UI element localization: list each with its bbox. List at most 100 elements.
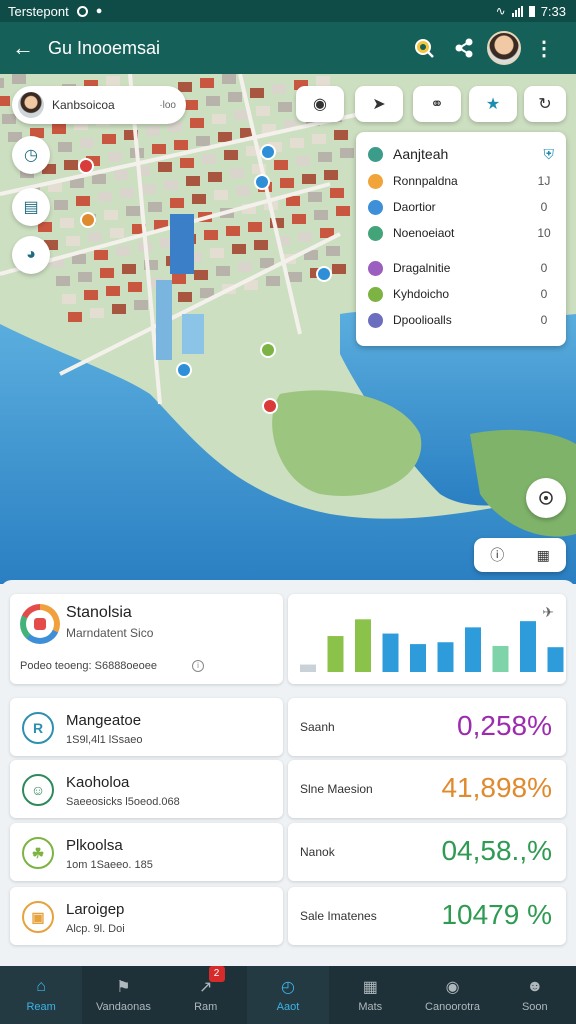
locate-me-button[interactable] — [526, 478, 566, 518]
map-building — [116, 246, 130, 256]
layer-name: Dragalnitie — [393, 261, 451, 275]
map-building — [56, 276, 70, 286]
stat-card[interactable]: ☺ Kaoholoa Saeeosicks l5oeod.068 — [10, 760, 283, 818]
map-building — [334, 130, 348, 140]
location-search-chip[interactable]: Kanbsoicoa ·loo — [12, 86, 186, 124]
whatsapp-icon: ● — [95, 5, 103, 17]
route-icon[interactable]: ➤ — [355, 86, 403, 122]
map-pin-icon[interactable] — [260, 342, 276, 358]
map-building — [120, 188, 134, 198]
map-building — [226, 226, 240, 236]
metric-card[interactable]: Sale Imatenes 10479 % — [288, 887, 566, 945]
map-pin-icon[interactable] — [316, 266, 332, 282]
map-building — [172, 274, 186, 284]
more-vert-icon[interactable]: ⋮ — [524, 28, 564, 68]
alert-icon[interactable]: ⓘ — [490, 545, 504, 565]
map-building — [106, 286, 120, 296]
stat-name: Plkoolsa — [66, 837, 123, 854]
map-pin-icon[interactable] — [78, 158, 94, 174]
clock-time: 7:33 — [540, 3, 566, 19]
map-building — [186, 176, 200, 186]
share-icon[interactable] — [444, 28, 484, 68]
map-building — [66, 236, 80, 246]
chat-icon[interactable]: ▦ — [537, 547, 550, 564]
overview-footer: Podeo teoeng: S6888oeoee — [20, 660, 158, 672]
search-icon[interactable] — [404, 28, 444, 68]
shield-icon[interactable]: ⛨ — [544, 146, 555, 163]
box-icon: R — [22, 712, 54, 744]
nav-item[interactable]: ▦ Mats — [329, 966, 411, 1024]
refresh-icon[interactable]: ↻ — [524, 86, 566, 122]
stat-card[interactable]: ▣ Laroigep Alcp. 9l. Doi — [10, 887, 283, 945]
layer-dot-icon — [368, 173, 383, 189]
metric-card[interactable]: Nanok 04,58.,% — [288, 823, 566, 881]
bar-chart-card: ✈ — [288, 594, 566, 684]
layer-row[interactable]: Kyhdoicho 0 — [368, 281, 554, 307]
map-building — [62, 294, 76, 304]
metric-card[interactable]: Slne Maesion 41,898% — [288, 760, 566, 818]
metric-value: 10479 % — [441, 899, 552, 930]
info-icon[interactable]: i — [192, 660, 204, 672]
shield-icon[interactable]: ⚭ — [413, 86, 461, 122]
layers-title: Aanjteah — [393, 146, 449, 162]
nav-item[interactable]: ⌂ Ream — [0, 966, 83, 1024]
map-building — [232, 244, 246, 254]
layer-count: 0 — [540, 261, 548, 275]
map-action-pair: ⓘ ▦ — [474, 538, 566, 572]
camera-icon: ◉ — [445, 979, 460, 996]
nav-item[interactable]: ↗ Ram 2 — [165, 966, 247, 1024]
clock-icon: ◴ — [281, 979, 295, 996]
overview-card[interactable]: Stanolsia Marndatent Sico Podeo teoeng: … — [10, 594, 283, 684]
map-building — [122, 264, 136, 274]
notification-icon — [76, 5, 88, 17]
map-pin-icon[interactable] — [176, 362, 192, 378]
profile-avatar[interactable] — [484, 28, 524, 68]
city-map[interactable]: Kanbsoicoa ·loo ◷ ▤ ◕ ◉ ➤ ⚭ ★ ↻ Aanjteah… — [0, 74, 576, 584]
layer-row[interactable]: Noenoeiaot 10 — [368, 220, 554, 246]
document-icon[interactable]: ▤ — [12, 188, 50, 226]
map-building — [238, 262, 252, 272]
nav-item[interactable]: ◉ Canoorotra — [411, 966, 493, 1024]
map-building — [196, 136, 210, 146]
layer-row[interactable]: Dragalnitie 0 — [368, 255, 554, 281]
layer-count: 1J — [537, 174, 551, 188]
map-building — [236, 186, 250, 196]
map-building — [340, 148, 354, 158]
nav-item[interactable]: ⚑ Vandaonas — [82, 966, 164, 1024]
metric-value: 0,258% — [457, 710, 552, 741]
map-building — [68, 312, 82, 322]
layers-toggle-icon[interactable]: ◉ — [296, 86, 344, 122]
location-icon[interactable]: ◕ — [12, 236, 50, 274]
layer-row[interactable]: Dpoolioalls 0 — [368, 307, 554, 333]
nav-item[interactable]: ☻ Soon — [494, 966, 576, 1024]
chart-bar — [465, 627, 481, 672]
map-building — [324, 170, 338, 180]
map-building — [248, 222, 262, 232]
layer-count: 10 — [537, 226, 551, 240]
metric-card[interactable]: Saanh 0,258% — [288, 698, 566, 756]
map-building — [256, 106, 270, 116]
layers-header[interactable]: Aanjteah ⛨ — [368, 140, 554, 168]
map-pin-icon[interactable] — [260, 144, 276, 160]
layer-row[interactable]: Daortior 0 — [368, 194, 554, 220]
layer-count: 0 — [540, 200, 548, 214]
star-icon[interactable]: ★ — [469, 86, 517, 122]
nav-item[interactable]: ◴ Aaot — [246, 966, 330, 1024]
map-pin-icon[interactable] — [254, 174, 270, 190]
clock-icon[interactable]: ◷ — [12, 136, 50, 174]
overview-title: Stanolsia — [66, 604, 132, 621]
chart-bar — [437, 642, 454, 672]
map-building — [314, 210, 328, 220]
layer-dot-icon — [368, 225, 383, 241]
map-pin-icon[interactable] — [80, 212, 96, 228]
map-pin-icon[interactable] — [262, 398, 278, 414]
stat-card[interactable]: ☘ Plkoolsa 1om 1Saeeo. 185 — [10, 823, 283, 881]
layer-row[interactable]: Ronnpaldna 1J — [368, 168, 554, 194]
back-arrow-icon[interactable]: ← — [12, 35, 46, 61]
home-icon: ⌂ — [36, 978, 46, 995]
map-building — [146, 126, 160, 136]
plane-icon[interactable]: ✈ — [542, 604, 554, 621]
stat-card[interactable]: R Mangeatoe 1S9l,4l1 lSsaeo — [10, 698, 283, 756]
map-building — [112, 304, 126, 314]
map-building — [200, 78, 214, 88]
